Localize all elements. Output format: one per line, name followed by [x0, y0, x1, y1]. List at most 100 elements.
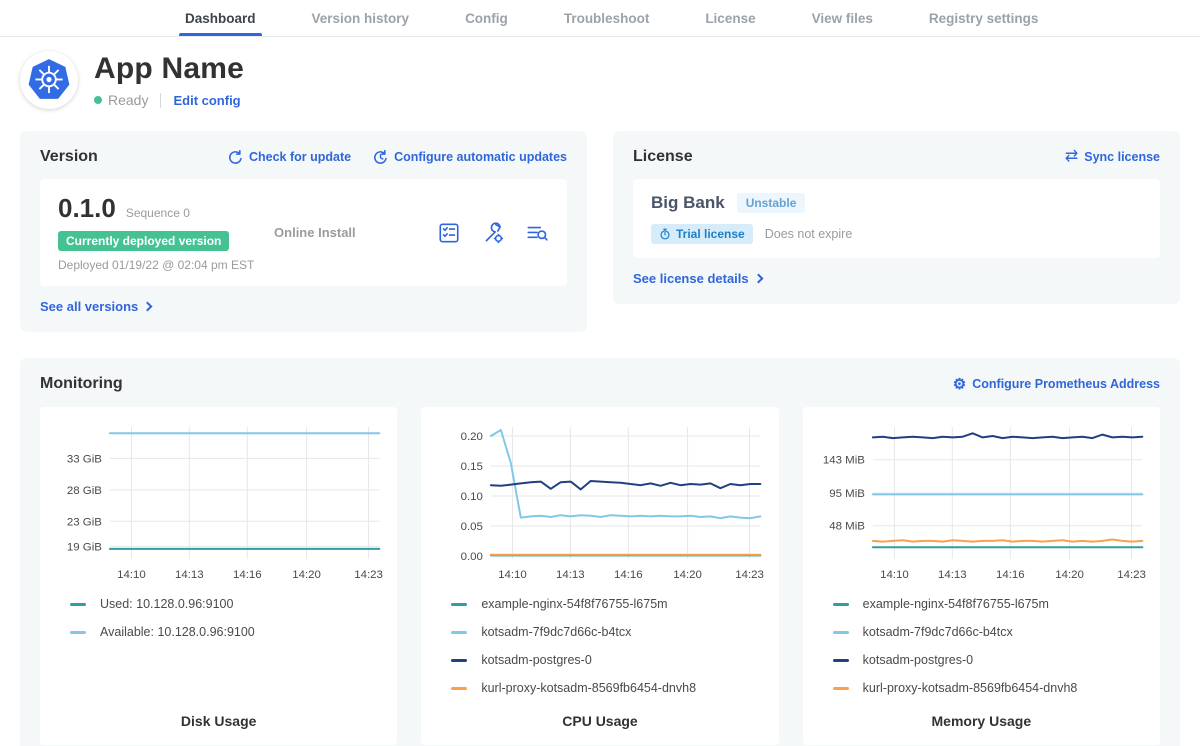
chart-legend: Used: 10.128.0.96:9100 Available: 10.128.… [70, 597, 385, 639]
svg-text:14:16: 14:16 [996, 569, 1025, 581]
divider [160, 93, 161, 108]
svg-text:14:13: 14:13 [938, 569, 967, 581]
svg-text:23 GiB: 23 GiB [67, 516, 102, 528]
license-customer-name: Big Bank [651, 193, 725, 213]
legend-swatch [451, 659, 467, 662]
chart-plot: 0.00 0.05 0.10 0.15 0.20 14:10 14:13 14:16 14:20… [433, 417, 766, 585]
gear-icon: ⚙ [953, 377, 966, 392]
legend-swatch [451, 631, 467, 634]
top-navbar: Dashboard Version history Config Troublesho… [0, 0, 1200, 37]
tab-view-files[interactable]: View files [812, 0, 873, 36]
legend-label: example-nginx-54f8f76755-l675m [481, 597, 667, 611]
svg-text:0.15: 0.15 [461, 461, 483, 473]
sync-license-link[interactable]: ⇄ Sync license [1065, 149, 1160, 165]
svg-text:0.10: 0.10 [461, 491, 483, 503]
app-logo [20, 51, 78, 109]
tab-config[interactable]: Config [465, 0, 508, 36]
see-license-details-link[interactable]: See license details [633, 271, 762, 286]
edit-config-link[interactable]: Edit config [173, 93, 240, 108]
legend-item: kurl-proxy-kotsadm-8569fb6454-dnvh8 [451, 681, 766, 695]
legend-item: kurl-proxy-kotsadm-8569fb6454-dnvh8 [833, 681, 1148, 695]
legend-swatch [833, 631, 849, 634]
chart-legend: example-nginx-54f8f76755-l675m kotsadm-7f… [451, 597, 766, 695]
see-all-versions-link[interactable]: See all versions [40, 299, 151, 314]
tab-registry-settings[interactable]: Registry settings [929, 0, 1039, 36]
chart-card-cpu-usage: 0.00 0.05 0.10 0.15 0.20 14:10 14:13 14:16 14:20… [421, 407, 778, 745]
license-expiry: Does not expire [765, 227, 853, 241]
configure-automatic-updates-link[interactable]: Configure automatic updates [373, 150, 567, 165]
legend-label: kotsadm-7f9dc7d66c-b4tcx [481, 625, 631, 639]
sync-arrows-icon: ⇄ [1065, 149, 1078, 165]
legend-swatch [451, 603, 467, 606]
legend-label: kotsadm-postgres-0 [481, 653, 591, 667]
chevron-right-icon [143, 302, 153, 312]
install-type: Online Install [274, 225, 437, 240]
svg-text:14:20: 14:20 [674, 569, 703, 581]
refresh-icon [228, 150, 243, 165]
version-number: 0.1.0 [58, 193, 116, 224]
legend-item: kotsadm-7f9dc7d66c-b4tcx [451, 625, 766, 639]
stopwatch-icon [659, 228, 671, 240]
svg-text:48 MiB: 48 MiB [829, 521, 865, 533]
svg-text:14:20: 14:20 [292, 569, 321, 581]
legend-label: kotsadm-7f9dc7d66c-b4tcx [863, 625, 1013, 639]
version-panel-title: Version [40, 148, 98, 166]
view-logs-icon[interactable] [525, 221, 549, 245]
chart-title: Memory Usage [815, 699, 1148, 729]
svg-text:95 MiB: 95 MiB [829, 488, 865, 500]
svg-text:14:23: 14:23 [1117, 569, 1146, 581]
svg-text:14:10: 14:10 [117, 569, 146, 581]
legend-label: kurl-proxy-kotsadm-8569fb6454-dnvh8 [481, 681, 696, 695]
monitoring-panel: Monitoring ⚙ Configure Prometheus Addres… [20, 358, 1180, 746]
deployed-timestamp: Deployed 01/19/22 @ 02:04 pm EST [58, 258, 274, 272]
svg-text:0.05: 0.05 [461, 521, 483, 533]
legend-swatch [833, 659, 849, 662]
legend-item: kotsadm-postgres-0 [833, 653, 1148, 667]
chart-plot: 48 MiB 95 MiB 143 MiB 14:10 14:13 14:16 14:20 1… [815, 417, 1148, 585]
legend-item: Used: 10.128.0.96:9100 [70, 597, 385, 611]
license-type-badge: Trial license [651, 224, 753, 244]
svg-text:143 MiB: 143 MiB [823, 455, 865, 467]
current-version-card: 0.1.0 Sequence 0 Currently deployed vers… [40, 179, 567, 286]
legend-item: kotsadm-7f9dc7d66c-b4tcx [833, 625, 1148, 639]
channel-badge: Unstable [737, 193, 806, 213]
svg-text:14:13: 14:13 [556, 569, 585, 581]
version-sequence: Sequence 0 [126, 206, 190, 220]
configure-prometheus-link[interactable]: ⚙ Configure Prometheus Address [953, 377, 1160, 392]
chart-legend: example-nginx-54f8f76755-l675m kotsadm-7f… [833, 597, 1148, 695]
legend-label: Available: 10.128.0.96:9100 [100, 625, 255, 639]
chart-card-memory-usage: 48 MiB 95 MiB 143 MiB 14:10 14:13 14:16 14:20 1… [803, 407, 1160, 745]
monitoring-title: Monitoring [40, 375, 123, 393]
legend-label: Used: 10.128.0.96:9100 [100, 597, 233, 611]
check-for-update-link[interactable]: Check for update [228, 150, 351, 165]
legend-item: kotsadm-postgres-0 [451, 653, 766, 667]
preflight-checks-icon[interactable] [437, 221, 461, 245]
legend-swatch [70, 603, 86, 606]
legend-label: kotsadm-postgres-0 [863, 653, 973, 667]
chevron-right-icon [753, 274, 763, 284]
chart-title: Disk Usage [52, 699, 385, 729]
svg-text:28 GiB: 28 GiB [67, 485, 102, 497]
svg-text:14:10: 14:10 [880, 569, 909, 581]
version-panel: Version Check for update Configure au [20, 131, 587, 332]
svg-text:0.20: 0.20 [461, 431, 483, 443]
svg-text:14:16: 14:16 [233, 569, 262, 581]
tab-license[interactable]: License [705, 0, 755, 36]
svg-text:0.00: 0.00 [461, 551, 483, 563]
license-panel: License ⇄ Sync license Big Bank Unstable… [613, 131, 1180, 304]
app-header: App Name Ready Edit config [0, 37, 1200, 115]
legend-swatch [451, 687, 467, 690]
svg-text:14:16: 14:16 [614, 569, 643, 581]
charts-row: 19 GiB23 GiB28 GiB33 GiB14:1014:1314:161… [40, 407, 1160, 745]
license-panel-title: License [633, 148, 693, 166]
tab-dashboard[interactable]: Dashboard [185, 0, 256, 36]
legend-label: example-nginx-54f8f76755-l675m [863, 597, 1049, 611]
tab-version-history[interactable]: Version history [312, 0, 410, 36]
svg-text:14:10: 14:10 [498, 569, 527, 581]
svg-text:14:20: 14:20 [1055, 569, 1084, 581]
legend-swatch [833, 687, 849, 690]
chart-plot: 19 GiB23 GiB28 GiB33 GiB14:1014:1314:161… [52, 417, 385, 585]
clock-refresh-icon [373, 150, 388, 165]
config-wrench-icon[interactable] [481, 221, 505, 245]
tab-troubleshoot[interactable]: Troubleshoot [564, 0, 650, 36]
